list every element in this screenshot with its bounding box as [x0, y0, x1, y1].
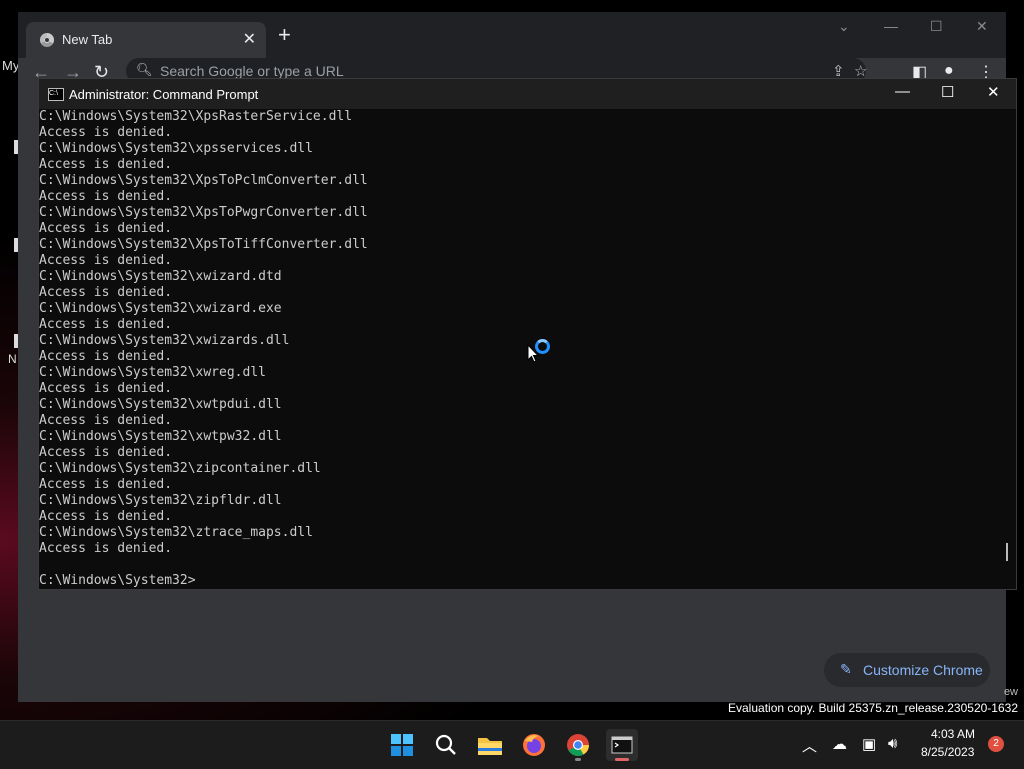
start-button[interactable]: [386, 729, 418, 761]
terminal-taskbar-button[interactable]: [606, 729, 638, 761]
bookmark-star-icon[interactable]: ☆: [854, 62, 867, 80]
cmd-title-bar[interactable]: C:\ Administrator: Command Prompt — ☐ ✕: [39, 79, 1016, 109]
console-line: C:\Windows\System32\xwizard.dtd: [39, 269, 282, 284]
console-line: C:\Windows\System32\XpsToPwgrConverter.d…: [39, 205, 368, 220]
clock-time[interactable]: 4:03 AM: [931, 727, 975, 741]
console-line: Access is denied.: [39, 541, 173, 556]
console-line: C:\Windows\System32\ztrace_maps.dll: [39, 525, 313, 540]
console-line: C:\Windows\System32\xwtpdui.dll: [39, 397, 282, 412]
console-line: C:\Windows\System32\xwizards.dll: [39, 333, 290, 348]
console-line: Access is denied.: [39, 157, 173, 172]
file-explorer-button[interactable]: [474, 729, 506, 761]
command-prompt-window[interactable]: C:\ Administrator: Command Prompt — ☐ ✕ …: [39, 79, 1016, 589]
console-line: C:\Windows\System32\XpsToPclmConverter.d…: [39, 173, 368, 188]
volume-icon[interactable]: 🔊︎: [888, 735, 897, 752]
running-indicator: [575, 758, 581, 761]
folder-icon: [478, 738, 502, 755]
terminal-icon: [611, 736, 633, 754]
windows-logo-icon: [391, 734, 413, 756]
close-tab-icon[interactable]: ✕: [243, 29, 256, 49]
cmd-scrollbar-thumb[interactable]: [1006, 543, 1008, 561]
customize-chrome-label: Customize Chrome: [863, 662, 983, 678]
console-line: C:\Windows\System32\zipfldr.dll: [39, 493, 282, 508]
cmd-console-output[interactable]: C:\Windows\System32\XpsRasterService.dll…: [39, 109, 999, 589]
console-line: C:\Windows\System32\XpsRasterService.dll: [39, 109, 353, 124]
tab-new-tab[interactable]: New Tab ✕: [26, 22, 266, 58]
busy-spinner-icon: [535, 339, 550, 354]
console-line: Access is denied.: [39, 317, 173, 332]
search-icon: [435, 734, 456, 755]
console-line: C:\Windows\System32\xwtpw32.dll: [39, 429, 282, 444]
console-line: Access is denied.: [39, 445, 173, 460]
desktop-icon-label[interactable]: My: [2, 58, 19, 73]
close-icon[interactable]: ✕: [976, 18, 988, 35]
console-line: Access is denied.: [39, 349, 173, 364]
maximize-icon[interactable]: ☐: [930, 18, 943, 35]
cmd-maximize-icon[interactable]: ☐: [941, 83, 954, 101]
cmd-close-icon[interactable]: ✕: [987, 83, 1000, 101]
console-line: C:\Windows\System32\XpsToTiffConverter.d…: [39, 237, 368, 252]
evaluation-watermark: Evaluation copy. Build 25375.zn_release.…: [728, 701, 1018, 715]
notification-badge[interactable]: 2: [988, 736, 1004, 752]
console-line: C:\Windows\System32\zipcontainer.dll: [39, 461, 321, 476]
chrome-tab-bar: New Tab ✕ + ⌄ — ☐ ✕: [18, 12, 1006, 58]
desktop-icon-label[interactable]: N: [8, 352, 17, 366]
console-line: Access is denied.: [39, 125, 173, 140]
customize-chrome-button[interactable]: ✎ Customize Chrome: [824, 653, 990, 687]
console-line: C:\Windows\System32\xpsservices.dll: [39, 141, 313, 156]
console-line: Access is denied.: [39, 285, 173, 300]
console-line: Access is denied.: [39, 189, 173, 204]
tab-search-icon[interactable]: ⌄: [838, 18, 850, 35]
pencil-icon: ✎: [840, 661, 852, 677]
console-line: C:\Windows\System32>: [39, 573, 196, 588]
chrome-icon: [567, 734, 589, 756]
chrome-logo-icon: [40, 33, 54, 47]
tab-title: New Tab: [62, 32, 113, 47]
chrome-taskbar-button[interactable]: [562, 729, 594, 761]
console-line: C:\Windows\System32\xwreg.dll: [39, 365, 266, 380]
profile-avatar-icon[interactable]: ●: [944, 62, 954, 80]
search-icon: 🔍︎: [136, 62, 153, 77]
firefox-button[interactable]: [518, 729, 550, 761]
address-bar-placeholder: Search Google or type a URL: [160, 63, 344, 79]
console-line: Access is denied.: [39, 253, 173, 268]
chevron-up-icon[interactable]: ︿: [802, 735, 817, 756]
console-line: Access is denied.: [39, 221, 173, 236]
console-line: Access is denied.: [39, 413, 173, 428]
firefox-icon: [523, 734, 545, 756]
new-tab-button[interactable]: +: [278, 24, 291, 46]
cmd-window-title: Administrator: Command Prompt: [69, 87, 259, 102]
active-indicator: [615, 758, 629, 761]
console-line: Access is denied.: [39, 477, 173, 492]
cloud-offline-icon[interactable]: ☁: [832, 735, 847, 753]
taskbar: ︿ ☁ ▣ 🔊︎: [0, 720, 1024, 769]
watermark-fragment: ew: [1003, 686, 1018, 698]
network-icon[interactable]: ▣: [862, 735, 876, 753]
minimize-icon[interactable]: —: [884, 18, 898, 34]
cmd-app-icon: C:\: [48, 88, 64, 101]
taskbar-search-button[interactable]: [430, 729, 462, 761]
share-icon[interactable]: ⇪: [832, 62, 845, 80]
console-line: Access is denied.: [39, 509, 173, 524]
console-line: Access is denied.: [39, 381, 173, 396]
console-line: C:\Windows\System32\xwizard.exe: [39, 301, 282, 316]
cmd-minimize-icon[interactable]: —: [895, 83, 910, 100]
clock-date[interactable]: 8/25/2023: [921, 745, 974, 759]
